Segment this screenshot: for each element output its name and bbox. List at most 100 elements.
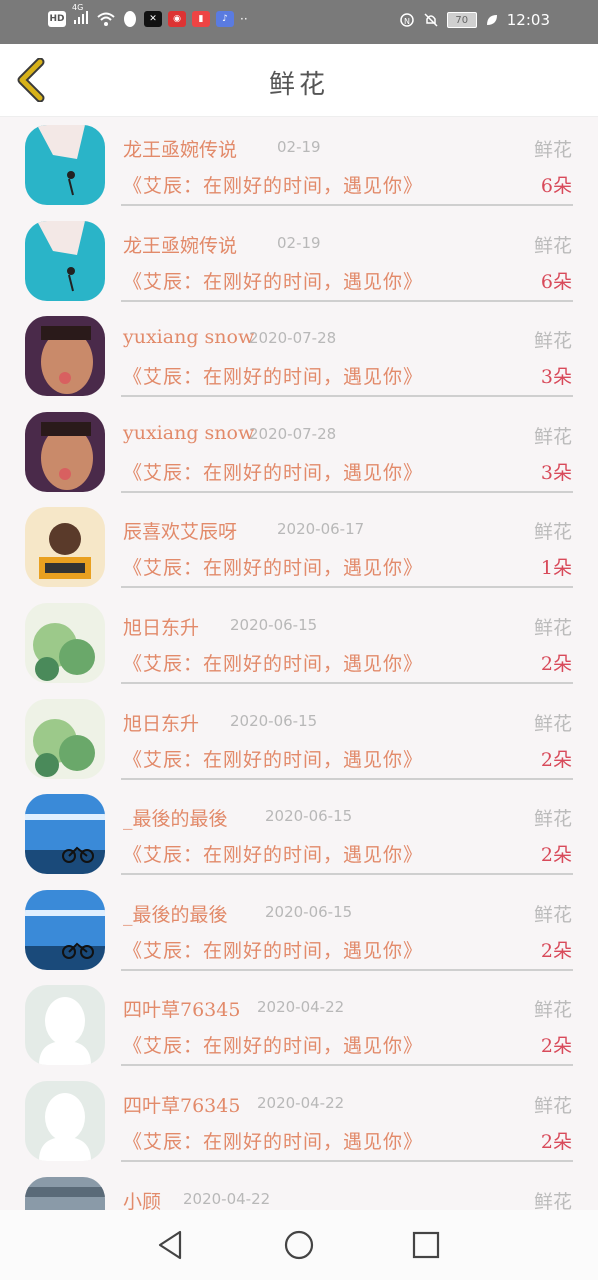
list-item[interactable]: 四叶草76345 2020-04-22 鲜花 《艾辰：在刚好的时间，遇见你》 2… [0,977,598,1073]
clock: 12:03 [506,11,550,29]
list-item[interactable]: 小顾 2020-04-22 鲜花 [0,1169,598,1210]
date: 2020-06-17 [277,520,365,539]
avatar[interactable] [25,1080,105,1161]
avatar[interactable] [25,1176,105,1210]
book-title[interactable]: 《艾辰：在刚好的时间，遇见你》 [123,1031,423,1058]
flower-count: 2朵 [540,652,572,675]
divider [121,1064,573,1067]
date: 2020-06-15 [230,615,318,634]
book-title[interactable]: 《艾辰：在刚好的时间，遇见你》 [123,362,423,389]
avatar[interactable] [25,602,105,683]
mute-icon [424,13,438,27]
book-title[interactable]: 《艾辰：在刚好的时间，遇见你》 [123,840,423,867]
gift-type: 鲜花 [533,330,572,353]
date: 2020-07-28 [249,424,337,443]
user-name[interactable]: yuxiang snow [123,326,254,348]
wifi-icon [97,12,115,26]
list-item[interactable]: 四叶草76345 2020-04-22 鲜花 《艾辰：在刚好的时间，遇见你》 2… [0,1073,598,1169]
book-title[interactable]: 《艾辰：在刚好的时间，遇见你》 [123,745,423,772]
flower-count: 2朵 [540,844,572,867]
list-item[interactable]: _最後的最後 2020-06-15 鲜花 《艾辰：在刚好的时间，遇见你》 2朵 [0,786,598,882]
book-title[interactable]: 《艾辰：在刚好的时间，遇见你》 [123,553,423,580]
triangle-back-icon[interactable] [154,1228,188,1262]
book-title[interactable]: 《艾辰：在刚好的时间，遇见你》 [123,171,423,198]
user-name[interactable]: yuxiang snow [123,422,254,444]
flower-count: 2朵 [540,1130,572,1153]
date: 2020-06-15 [265,807,353,826]
list-item[interactable]: yuxiang snow 2020-07-28 鲜花 《艾辰：在刚好的时间，遇见… [0,404,598,500]
user-name[interactable]: _最後的最後 [123,900,228,927]
flower-list[interactable]: 龙王亟婉传说 02-19 鲜花 《艾辰：在刚好的时间，遇见你》 6朵 龙王亟婉传… [0,117,598,1210]
date: 2020-04-22 [183,1189,271,1208]
list-item[interactable]: _最後的最後 2020-06-15 鲜花 《艾辰：在刚好的时间，遇见你》 2朵 [0,882,598,978]
divider [121,968,573,971]
user-name[interactable]: 四叶草76345 [123,1091,240,1118]
status-left: HD 4G ✕ ◉ ▮ ♪ ·· [48,3,248,28]
app-book-icon: ▮ [192,11,210,27]
signal-icon: 4G [72,3,90,28]
user-name[interactable]: 龙王亟婉传说 [123,231,237,258]
book-title[interactable]: 《艾辰：在刚好的时间，遇见你》 [123,649,423,676]
music-icon: ♪ [216,11,234,27]
battery-indicator: 70 [446,12,477,28]
list-item[interactable]: 旭日东升 2020-06-15 鲜花 《艾辰：在刚好的时间，遇见你》 2朵 [0,595,598,691]
gift-type: 鲜花 [533,1190,572,1210]
avatar[interactable] [25,125,105,205]
system-nav-bar [0,1210,598,1280]
flower-count: 2朵 [540,1035,572,1058]
gift-type: 鲜花 [533,903,572,926]
user-name[interactable]: 四叶草76345 [123,995,240,1022]
date: 2020-06-15 [230,711,318,730]
user-name[interactable]: 旭日东升 [123,613,199,640]
gift-type: 鲜花 [533,808,572,831]
avatar[interactable] [25,220,105,301]
user-name[interactable]: 旭日东升 [123,709,199,736]
avatar[interactable] [25,698,105,779]
divider [121,777,573,780]
avatar[interactable] [25,889,105,970]
list-item[interactable]: 龙王亟婉传说 02-19 鲜花 《艾辰：在刚好的时间，遇见你》 6朵 [0,117,598,213]
qq-icon [124,11,136,27]
list-item[interactable]: 辰喜欢艾辰呀 2020-06-17 鲜花 《艾辰：在刚好的时间，遇见你》 1朵 [0,499,598,595]
divider [121,299,573,302]
page-title: 鲜花 [268,70,329,100]
gift-type: 鲜花 [533,234,572,257]
divider [121,490,573,493]
list-item[interactable]: 旭日东升 2020-06-15 鲜花 《艾辰：在刚好的时间，遇见你》 2朵 [0,691,598,787]
date: 2020-04-22 [257,998,345,1017]
user-name[interactable]: 小顾 [123,1187,161,1210]
divider [121,395,573,398]
avatar[interactable] [25,316,105,397]
divider [121,873,573,876]
avatar[interactable] [25,985,105,1066]
status-bar: HD 4G ✕ ◉ ▮ ♪ ·· N 70 12:03 [0,0,598,44]
gift-type: 鲜花 [533,999,572,1022]
user-name[interactable]: _最後的最後 [123,804,228,831]
list-item[interactable]: yuxiang snow 2020-07-28 鲜花 《艾辰：在刚好的时间，遇见… [0,308,598,404]
book-title[interactable]: 《艾辰：在刚好的时间，遇见你》 [123,936,423,963]
list-item[interactable]: 龙王亟婉传说 02-19 鲜花 《艾辰：在刚好的时间，遇见你》 6朵 [0,213,598,309]
date: 02-19 [277,233,321,252]
flower-count: 6朵 [540,175,572,197]
signal-label: 4G [72,2,84,12]
book-title[interactable]: 《艾辰：在刚好的时间，遇见你》 [123,1127,423,1154]
date: 02-19 [277,138,321,156]
gift-type: 鲜花 [533,521,572,544]
user-name[interactable]: 辰喜欢艾辰呀 [123,517,237,544]
gift-type: 鲜花 [533,712,572,735]
gift-type: 鲜花 [533,139,572,161]
date: 2020-04-22 [257,1093,345,1112]
square-recent-icon[interactable] [409,1228,443,1262]
more-notifications-icon: ·· [240,12,248,26]
circle-home-icon[interactable] [282,1228,316,1262]
avatar[interactable] [25,794,105,875]
divider [121,681,573,684]
gift-type: 鲜花 [533,1094,572,1117]
avatar[interactable] [25,507,105,588]
user-name[interactable]: 龙王亟婉传说 [123,135,237,162]
book-title[interactable]: 《艾辰：在刚好的时间，遇见你》 [123,458,423,485]
nfc-icon: N [400,13,414,27]
book-title[interactable]: 《艾辰：在刚好的时间，遇见你》 [123,267,423,294]
avatar[interactable] [25,411,105,492]
status-right: N 70 12:03 [399,11,550,29]
